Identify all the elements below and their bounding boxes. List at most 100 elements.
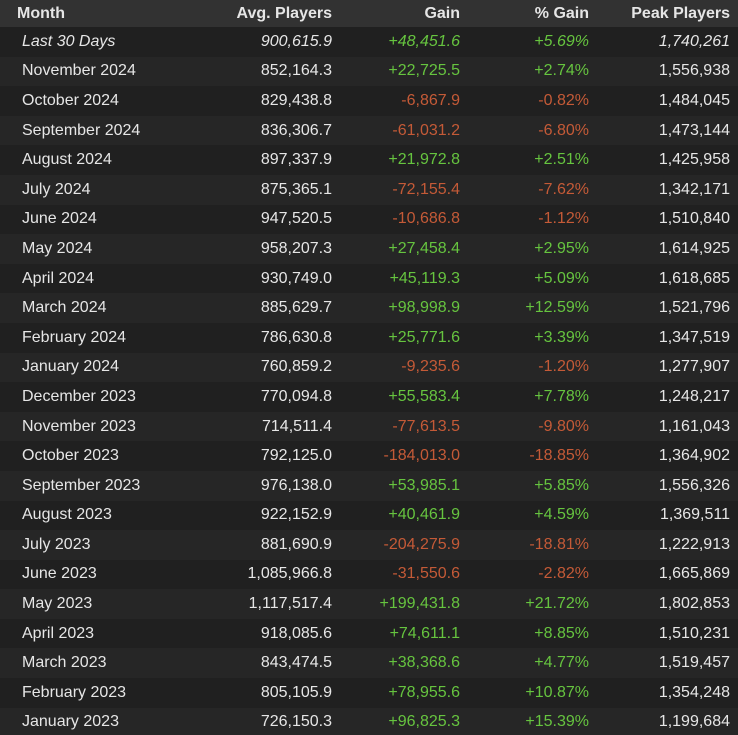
cell-peak-players: 1,802,853 bbox=[597, 589, 738, 619]
cell-avg-players: 900,615.9 bbox=[160, 27, 340, 57]
cell-avg-players: 947,520.5 bbox=[160, 204, 340, 235]
table-row: January 2024 760,859.2 -9,235.6 -1.20% 1,277… bbox=[0, 352, 738, 383]
table-row: March 2024 885,629.7 +98,998.9 +12.59% 1,521… bbox=[0, 293, 738, 323]
cell-gain: +98,998.9 bbox=[340, 293, 468, 323]
cell-avg-players: 976,138.0 bbox=[160, 470, 340, 501]
cell-month: August 2023 bbox=[0, 500, 160, 531]
cell-percent-gain: +4.77% bbox=[468, 648, 597, 679]
cell-peak-players: 1,248,217 bbox=[597, 382, 738, 412]
cell-avg-players: 770,094.8 bbox=[160, 382, 340, 412]
cell-gain: -77,613.5 bbox=[340, 411, 468, 442]
cell-peak-players: 1,364,902 bbox=[597, 441, 738, 471]
header-avg-players[interactable]: Avg. Players bbox=[160, 0, 340, 27]
cell-avg-players: 836,306.7 bbox=[160, 115, 340, 146]
cell-peak-players: 1,519,457 bbox=[597, 648, 738, 679]
cell-peak-players: 1,199,684 bbox=[597, 707, 738, 735]
header-gain[interactable]: Gain bbox=[340, 0, 468, 27]
table-row: November 2024 852,164.3 +22,725.5 +2.74% 1,5… bbox=[0, 56, 738, 87]
table-row: August 2023 922,152.9 +40,461.9 +4.59% 1,369… bbox=[0, 500, 738, 531]
cell-percent-gain: +2.74% bbox=[468, 56, 597, 87]
table-row: June 2023 1,085,966.8 -31,550.6 -2.82% 1,665… bbox=[0, 559, 738, 590]
player-stats-table: Month Avg. Players Gain % Gain Peak Play… bbox=[0, 0, 738, 735]
cell-percent-gain: +21.72% bbox=[468, 589, 597, 619]
table-row: May 2023 1,117,517.4 +199,431.8 +21.72% 1,80… bbox=[0, 589, 738, 619]
table-row: April 2024 930,749.0 +45,119.3 +5.09% 1,618,… bbox=[0, 263, 738, 294]
table-row: January 2023 726,150.3 +96,825.3 +15.39% 1,1… bbox=[0, 707, 738, 735]
cell-avg-players: 1,085,966.8 bbox=[160, 559, 340, 590]
table-body: Last 30 Days 900,615.9 +48,451.6 +5.69% 1,74… bbox=[0, 27, 738, 735]
cell-gain: +78,955.6 bbox=[340, 678, 468, 708]
cell-gain: -72,155.4 bbox=[340, 174, 468, 205]
cell-percent-gain: +10.87% bbox=[468, 678, 597, 708]
cell-month: January 2023 bbox=[0, 707, 160, 735]
cell-peak-players: 1,347,519 bbox=[597, 322, 738, 353]
cell-month: April 2024 bbox=[0, 263, 160, 294]
cell-gain: -9,235.6 bbox=[340, 352, 468, 383]
header-month[interactable]: Month bbox=[0, 0, 160, 27]
cell-peak-players: 1,510,231 bbox=[597, 618, 738, 649]
cell-month: August 2024 bbox=[0, 145, 160, 175]
cell-peak-players: 1,161,043 bbox=[597, 411, 738, 442]
cell-peak-players: 1,614,925 bbox=[597, 234, 738, 264]
cell-avg-players: 897,337.9 bbox=[160, 145, 340, 175]
cell-month: September 2024 bbox=[0, 115, 160, 146]
cell-peak-players: 1,556,938 bbox=[597, 56, 738, 87]
cell-gain: +21,972.8 bbox=[340, 145, 468, 175]
cell-peak-players: 1,354,248 bbox=[597, 678, 738, 708]
cell-percent-gain: +4.59% bbox=[468, 500, 597, 531]
cell-percent-gain: -18.85% bbox=[468, 441, 597, 471]
cell-avg-players: 1,117,517.4 bbox=[160, 589, 340, 619]
cell-peak-players: 1,665,869 bbox=[597, 559, 738, 590]
cell-percent-gain: -1.12% bbox=[468, 204, 597, 235]
cell-gain: +38,368.6 bbox=[340, 648, 468, 679]
cell-percent-gain: +8.85% bbox=[468, 618, 597, 649]
cell-avg-players: 786,630.8 bbox=[160, 322, 340, 353]
cell-gain: +22,725.5 bbox=[340, 56, 468, 87]
cell-gain: +48,451.6 bbox=[340, 27, 468, 57]
cell-percent-gain: +5.09% bbox=[468, 263, 597, 294]
table-row: November 2023 714,511.4 -77,613.5 -9.80% 1,1… bbox=[0, 411, 738, 442]
cell-month: April 2023 bbox=[0, 618, 160, 649]
cell-avg-players: 760,859.2 bbox=[160, 352, 340, 383]
cell-month: February 2024 bbox=[0, 322, 160, 353]
cell-gain: -204,275.9 bbox=[340, 530, 468, 560]
cell-percent-gain: -2.82% bbox=[468, 559, 597, 590]
table-row: April 2023 918,085.6 +74,611.1 +8.85% 1,510,… bbox=[0, 618, 738, 649]
cell-avg-players: 885,629.7 bbox=[160, 293, 340, 323]
cell-gain: +74,611.1 bbox=[340, 618, 468, 649]
table-row: June 2024 947,520.5 -10,686.8 -1.12% 1,510,8… bbox=[0, 204, 738, 235]
table-row: October 2024 829,438.8 -6,867.9 -0.82% 1,484… bbox=[0, 86, 738, 116]
header-percent-gain[interactable]: % Gain bbox=[468, 0, 597, 27]
cell-peak-players: 1,473,144 bbox=[597, 115, 738, 146]
table-row: May 2024 958,207.3 +27,458.4 +2.95% 1,614,92… bbox=[0, 234, 738, 264]
cell-avg-players: 918,085.6 bbox=[160, 618, 340, 649]
table-row: Last 30 Days 900,615.9 +48,451.6 +5.69% 1,74… bbox=[0, 27, 738, 57]
cell-gain: +55,583.4 bbox=[340, 382, 468, 412]
cell-avg-players: 881,690.9 bbox=[160, 530, 340, 560]
cell-peak-players: 1,740,261 bbox=[597, 27, 738, 57]
cell-peak-players: 1,484,045 bbox=[597, 86, 738, 116]
cell-percent-gain: -7.62% bbox=[468, 174, 597, 205]
cell-month: November 2024 bbox=[0, 56, 160, 87]
cell-peak-players: 1,618,685 bbox=[597, 263, 738, 294]
table-row: December 2023 770,094.8 +55,583.4 +7.78% 1,2… bbox=[0, 382, 738, 412]
cell-peak-players: 1,222,913 bbox=[597, 530, 738, 560]
cell-gain: -184,013.0 bbox=[340, 441, 468, 471]
cell-percent-gain: +2.51% bbox=[468, 145, 597, 175]
cell-percent-gain: +3.39% bbox=[468, 322, 597, 353]
cell-avg-players: 714,511.4 bbox=[160, 411, 340, 442]
cell-avg-players: 843,474.5 bbox=[160, 648, 340, 679]
cell-percent-gain: -0.82% bbox=[468, 86, 597, 116]
cell-gain: +53,985.1 bbox=[340, 470, 468, 501]
cell-month: March 2024 bbox=[0, 293, 160, 323]
cell-month: October 2024 bbox=[0, 86, 160, 116]
cell-peak-players: 1,342,171 bbox=[597, 174, 738, 205]
cell-month: Last 30 Days bbox=[0, 27, 160, 57]
cell-percent-gain: +2.95% bbox=[468, 234, 597, 264]
cell-gain: +25,771.6 bbox=[340, 322, 468, 353]
cell-gain: +27,458.4 bbox=[340, 234, 468, 264]
cell-gain: +199,431.8 bbox=[340, 589, 468, 619]
header-peak-players[interactable]: Peak Players bbox=[597, 0, 738, 27]
table-row: September 2023 976,138.0 +53,985.1 +5.85% 1,… bbox=[0, 470, 738, 501]
cell-gain: +40,461.9 bbox=[340, 500, 468, 531]
